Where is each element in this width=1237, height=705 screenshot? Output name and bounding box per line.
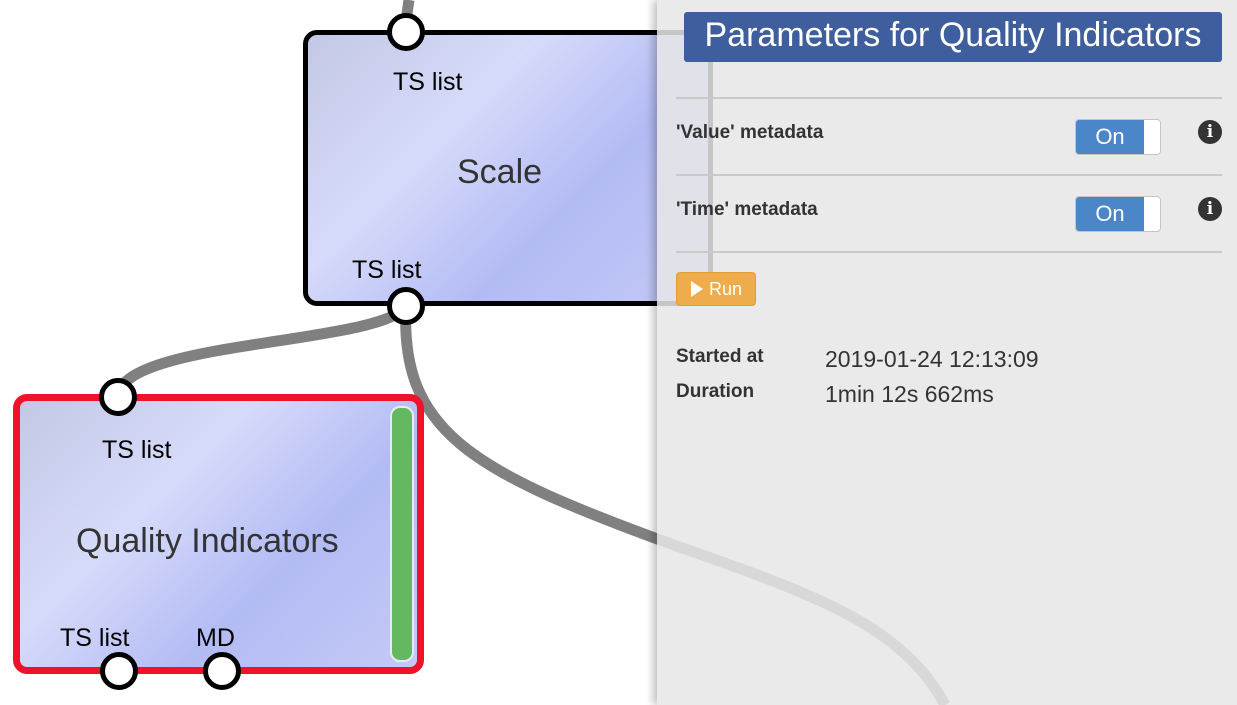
param-label-time-metadata: 'Time' metadata: [676, 199, 818, 220]
scale-node[interactable]: TS list Scale TS list: [303, 30, 713, 306]
qi-output-label-ts: TS list: [60, 624, 130, 652]
qi-output-label-md: MD: [196, 624, 235, 652]
duration-value: 1min 12s 662ms: [825, 381, 994, 407]
panel-title: Parameters for Quality Indicators: [684, 12, 1222, 62]
run-button[interactable]: Run: [676, 272, 756, 306]
divider: [676, 174, 1222, 176]
value-metadata-info-icon[interactable]: i: [1198, 120, 1222, 144]
divider: [676, 251, 1222, 253]
value-metadata-toggle-state: On: [1076, 120, 1144, 154]
qi-output-port-md[interactable]: [203, 652, 241, 690]
scale-node-title: Scale: [457, 153, 543, 191]
started-at-value: 2019-01-24 12:13:09: [825, 346, 1039, 372]
play-icon: [691, 281, 703, 297]
scale-output-label: TS list: [352, 256, 422, 284]
qi-input-port[interactable]: [99, 378, 137, 416]
qi-input-label: TS list: [102, 436, 172, 464]
started-at-label: Started at: [676, 346, 764, 367]
qi-output-port-ts[interactable]: [100, 652, 138, 690]
time-metadata-toggle-state: On: [1076, 197, 1144, 231]
divider: [676, 97, 1222, 99]
scale-input-port[interactable]: [387, 13, 425, 51]
scale-input-label: TS list: [393, 68, 463, 96]
qi-node-title: Quality Indicators: [76, 522, 339, 560]
qi-status-bar: [390, 406, 414, 662]
scale-output-port[interactable]: [387, 287, 425, 325]
link-scale-to-qi[interactable]: [112, 302, 411, 399]
time-metadata-info-icon[interactable]: i: [1198, 197, 1222, 221]
duration-label: Duration: [676, 381, 755, 402]
value-metadata-toggle[interactable]: On: [1075, 119, 1161, 155]
param-label-value-metadata: 'Value' metadata: [676, 122, 824, 143]
run-button-label: Run: [709, 279, 743, 299]
quality-indicators-node[interactable]: TS list Quality Indicators TS list MD: [13, 394, 424, 674]
time-metadata-toggle[interactable]: On: [1075, 196, 1161, 232]
